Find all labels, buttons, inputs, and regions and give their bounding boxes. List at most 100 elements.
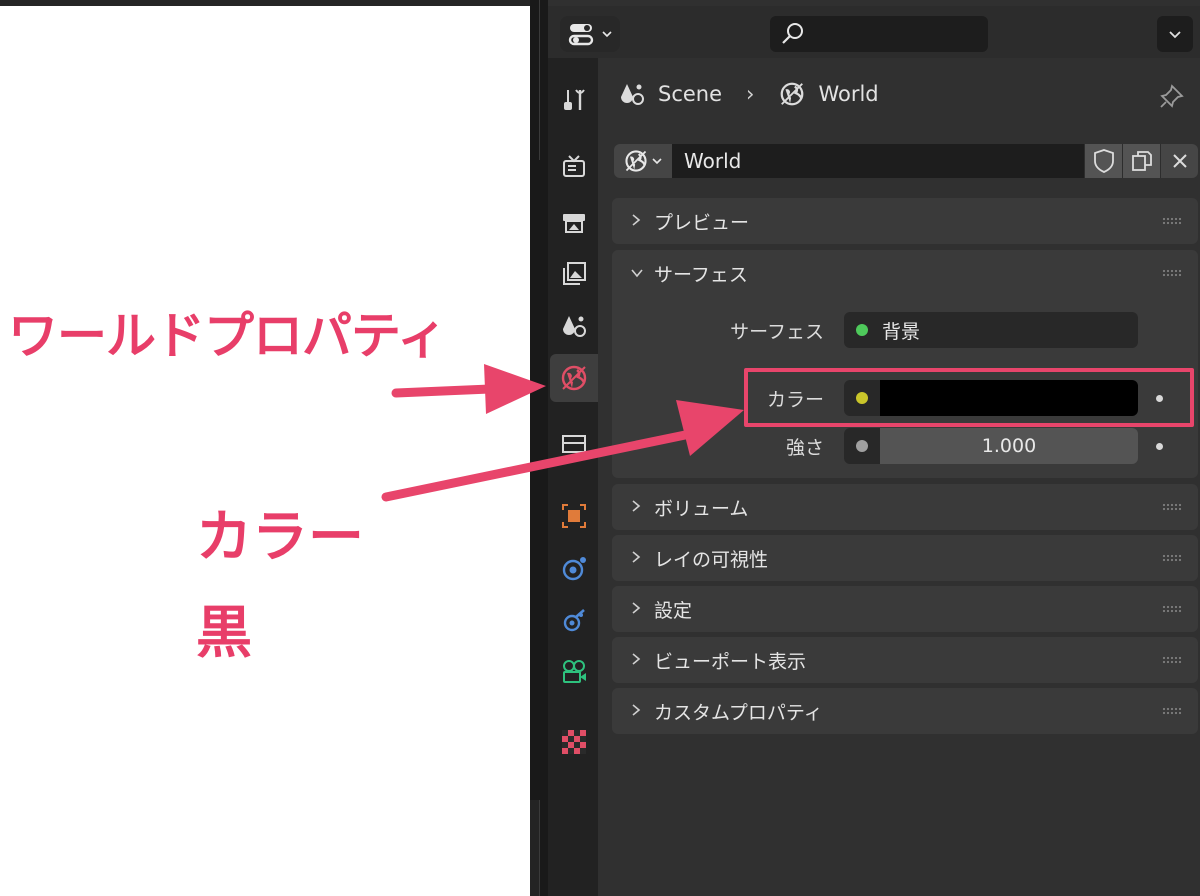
panel-volume-header[interactable]: ボリューム <box>612 484 1198 530</box>
chevron-right-icon <box>630 651 648 670</box>
browse-world-button[interactable] <box>614 144 672 178</box>
tab-world[interactable] <box>550 354 598 402</box>
world-datablock-selector: World <box>614 144 1198 178</box>
render-icon <box>563 155 585 177</box>
properties-content: Scene › World World プレビュー サーフェス サーフェス 背景… <box>598 58 1200 896</box>
panel-custom-properties: カスタムプロパティ <box>612 688 1198 734</box>
panel-viewport-display: ビューポート表示 <box>612 637 1198 683</box>
shader-socket-icon <box>856 324 868 336</box>
tab-object[interactable] <box>550 492 598 540</box>
breadcrumb-scene[interactable]: Scene <box>658 82 722 106</box>
properties-header <box>548 6 1200 58</box>
tab-constraints[interactable] <box>550 596 598 644</box>
edge-mark <box>530 0 540 160</box>
chevron-down-icon <box>602 31 612 38</box>
fake-user-button[interactable] <box>1084 144 1122 178</box>
panel-ray-visibility-title: レイの可視性 <box>654 548 769 571</box>
world-name-field[interactable]: World <box>672 144 1084 178</box>
texture-icon <box>562 730 586 754</box>
tab-render[interactable] <box>550 142 598 190</box>
annotation-color: カラー <box>196 505 364 570</box>
panel-ray-visibility-header[interactable]: レイの可視性 <box>612 535 1198 581</box>
strength-socket-icon <box>856 440 868 452</box>
strength-slider[interactable]: 1.000 <box>880 428 1138 464</box>
options-dropdown-button[interactable] <box>1157 16 1193 52</box>
panel-volume: ボリューム <box>612 484 1198 530</box>
view-layer-icon <box>563 262 586 285</box>
scene-icon <box>621 84 644 105</box>
tab-scene[interactable] <box>550 302 598 350</box>
keyframe-dot-icon[interactable] <box>1156 443 1163 450</box>
editor-type-icon <box>568 24 594 46</box>
panel-viewport-display-title: ビューポート表示 <box>654 650 807 673</box>
panel-custom-properties-header[interactable]: カスタムプロパティ <box>612 688 1198 734</box>
annotation-black: 黒 <box>196 601 252 666</box>
panel-custom-properties-title: カスタムプロパティ <box>654 701 823 724</box>
chevron-down-icon <box>1169 31 1181 39</box>
color-highlight-box <box>744 368 1194 427</box>
editor-type-button[interactable] <box>560 16 620 52</box>
camera-data-icon <box>563 660 586 683</box>
panel-ray-visibility: レイの可視性 <box>612 535 1198 581</box>
output-icon <box>563 214 585 233</box>
drag-grip-icon[interactable] <box>1162 503 1182 511</box>
drag-grip-icon[interactable] <box>1162 656 1182 664</box>
panel-surface: サーフェス サーフェス 背景 カラー 強さ 1.000 <box>612 250 1198 478</box>
chevron-right-icon <box>630 702 648 721</box>
panel-preview: プレビュー <box>612 198 1198 244</box>
top-strip <box>0 0 530 6</box>
panel-settings: 設定 <box>612 586 1198 632</box>
new-world-button[interactable] <box>1122 144 1160 178</box>
chevron-right-icon <box>630 212 648 231</box>
panel-preview-header[interactable]: プレビュー <box>612 198 1198 244</box>
chevron-right-icon <box>630 498 648 517</box>
panel-volume-title: ボリューム <box>654 497 749 520</box>
shield-icon <box>1093 149 1114 173</box>
chevron-down-icon <box>630 264 648 283</box>
annotation-world-properties: ワールドプロパティ <box>8 307 447 365</box>
strength-row: 強さ 1.000 <box>612 428 1198 464</box>
surface-shader-field[interactable]: 背景 <box>844 312 1138 348</box>
tab-tool[interactable] <box>550 76 598 124</box>
panel-viewport-display-header[interactable]: ビューポート表示 <box>612 637 1198 683</box>
search-icon <box>782 23 803 44</box>
panel-settings-title: 設定 <box>654 599 693 622</box>
surface-value: 背景 <box>882 320 921 343</box>
tab-collection[interactable] <box>550 420 598 468</box>
breadcrumb: Scene › World <box>618 78 879 110</box>
breadcrumb-world[interactable]: World <box>818 82 878 106</box>
search-input[interactable] <box>770 16 988 52</box>
panel-surface-title: サーフェス <box>654 263 748 286</box>
tab-data[interactable] <box>550 648 598 696</box>
world-icon <box>781 82 804 106</box>
strength-label: 強さ <box>785 436 824 459</box>
drag-grip-icon[interactable] <box>1162 269 1182 277</box>
duplicate-icon <box>1131 151 1152 171</box>
surface-row: サーフェス 背景 <box>612 312 1198 348</box>
area-divider[interactable] <box>530 0 548 896</box>
drag-grip-icon[interactable] <box>1162 554 1182 562</box>
chevron-right-icon <box>630 549 648 568</box>
panel-surface-header[interactable]: サーフェス <box>612 250 1198 296</box>
unlink-world-button[interactable] <box>1160 144 1198 178</box>
tab-view-layer[interactable] <box>550 250 598 298</box>
close-icon <box>1172 154 1187 168</box>
tool-icon <box>564 89 585 110</box>
drag-grip-icon[interactable] <box>1162 217 1182 225</box>
strength-socket-button[interactable] <box>844 428 880 464</box>
world-icon <box>625 150 647 172</box>
chevron-down-icon <box>652 158 662 165</box>
drag-grip-icon[interactable] <box>1162 707 1182 715</box>
object-icon <box>562 504 586 528</box>
tab-output[interactable] <box>550 198 598 246</box>
tab-physics[interactable] <box>550 544 598 592</box>
physics-icon <box>562 557 586 581</box>
panel-settings-header[interactable]: 設定 <box>612 586 1198 632</box>
tab-texture[interactable] <box>550 718 598 766</box>
pin-icon[interactable] <box>1158 82 1186 114</box>
collection-icon <box>562 435 586 453</box>
canvas-area <box>0 0 530 896</box>
edge-bottom <box>530 800 540 896</box>
properties-tabs <box>548 58 598 896</box>
drag-grip-icon[interactable] <box>1162 605 1182 613</box>
